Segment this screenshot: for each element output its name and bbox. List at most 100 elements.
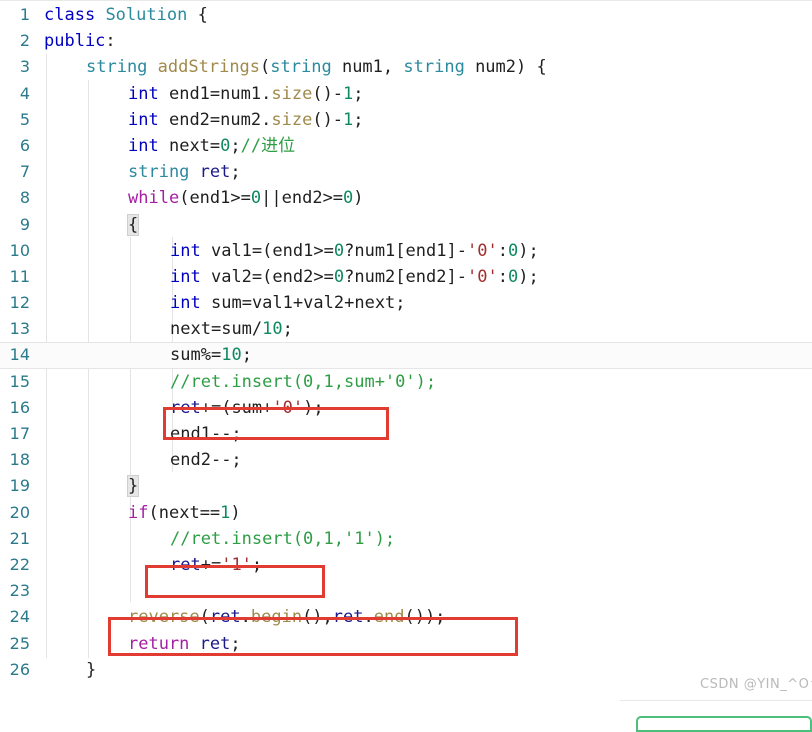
code-text[interactable]: sum%=10; [170,342,252,368]
code-line[interactable]: 20if(next==1) [0,500,812,526]
code-text[interactable]: while(end1>=0||end2>=0) [128,185,364,211]
csdn-watermark: CSDN @YIN_^O^ [700,677,812,692]
keyword-token: int [170,293,201,313]
identifier-token: end2 [169,110,210,130]
variable-token: ret [170,555,201,575]
code-editor-screenshot: 1 class Solution {2public:3 string addStri… [0,0,812,724]
code-line[interactable]: 5 int end2=num2.size()-1; [0,107,812,133]
comment-token: //ret.insert(0,1,sum+'0'); [170,372,436,392]
code-line[interactable]: 3 string addStrings(string num1, string n… [0,54,812,80]
line-number: 15 [0,369,30,395]
line-number: 1 [0,2,30,28]
type-token: string [270,57,331,77]
number-token: 1 [343,110,353,130]
code-text[interactable]: next=sum/10; [170,316,293,342]
number-token: 0 [508,241,518,261]
code-line[interactable]: 17end1--; [0,421,812,447]
code-line[interactable]: 6int next=0;//进位 [0,133,812,159]
code-line[interactable]: 18end2--; [0,447,812,473]
identifier-token: end1 [170,424,211,444]
code-text[interactable]: reverse(ret.begin(),ret.end()); [128,604,445,630]
variable-token: ret [200,162,231,182]
line-number: 13 [0,316,30,342]
code-text[interactable]: int next=0;//进位 [128,133,295,159]
code-line[interactable]: 22ret+='1'; [0,552,812,578]
code-line[interactable]: 2public: [0,28,812,54]
identifier-token: val2 [303,293,344,313]
function-token: size [271,84,312,104]
line-number: 3 [0,54,30,80]
keyword-token: while [128,188,179,208]
code-text[interactable]: { [128,212,138,238]
keyword-token: int [170,267,201,287]
code-text[interactable]: ret+=(sum+'0'); [170,395,324,421]
number-token: 10 [221,345,241,365]
code-line[interactable]: 13 next=sum/10; [0,316,812,342]
code-text[interactable]: int sum=val1+val2+next; [170,290,406,316]
code-line[interactable]: 23 [0,578,812,604]
code-text[interactable]: int val1=(end1>=0?num1[end1]-'0':0); [170,238,539,264]
code-text[interactable]: int end2=num2.size()-1; [128,107,364,133]
keyword-token: int [128,84,159,104]
code-line[interactable]: 15 //ret.insert(0,1,sum+'0'); [0,369,812,395]
code-text[interactable]: return ret; [128,631,241,657]
number-token: 10 [262,319,282,339]
variable-token: ret [333,607,364,627]
code-text[interactable]: end2--; [170,447,242,473]
code-line[interactable]: 12int sum=val1+val2+next; [0,290,812,316]
code-text[interactable]: //ret.insert(0,1,sum+'0'); [170,369,436,395]
identifier-token: num2 [475,57,516,77]
bottom-green-panel[interactable] [636,716,812,732]
code-line[interactable]: 10int val1=(end1>=0?num1[end1]-'0':0); [0,238,812,264]
code-editor-surface[interactable]: 1 class Solution {2public:3 string addStri… [0,2,812,692]
line-number: 19 [0,473,30,499]
code-text[interactable]: ret+='1'; [170,552,262,578]
number-token: 0 [343,188,353,208]
number-token: 1 [343,84,353,104]
char-literal-token: '0' [467,267,498,287]
line-number: 8 [0,185,30,211]
code-line[interactable]: 25return ret; [0,631,812,657]
line-number: 23 [0,578,30,604]
code-text[interactable]: class Solution { [44,2,208,28]
char-literal-token: '0' [272,398,303,418]
code-text[interactable]: if(next==1) [128,500,241,526]
code-text[interactable]: //ret.insert(0,1,'1'); [170,526,395,552]
code-text[interactable]: string ret; [128,159,241,185]
code-line[interactable]: 19} [0,473,812,499]
code-line[interactable]: 1 class Solution { [0,2,812,28]
code-text[interactable]: } [86,657,96,683]
keyword-token: int [128,110,159,130]
code-line[interactable]: 16ret+=(sum+'0'); [0,395,812,421]
code-text[interactable]: public: [44,28,116,54]
code-line[interactable]: 7string ret; [0,159,812,185]
number-token: 0 [251,188,261,208]
code-line[interactable]: 4 int end1=num1.size()-1; [0,81,812,107]
identifier-token: end2 [406,267,447,287]
code-text[interactable]: string addStrings(string num1, string nu… [86,54,547,80]
identifier-token: val1 [211,241,252,261]
code-line[interactable]: 11int val2=(end2>=0?num2[end2]-'0':0); [0,264,812,290]
char-literal-token: '0' [467,241,498,261]
code-text[interactable]: int end1=num1.size()-1; [128,81,364,107]
type-token: string [86,57,147,77]
identifier-token: end2 [272,267,313,287]
code-line[interactable]: 8 while(end1>=0||end2>=0) [0,185,812,211]
code-text[interactable]: end1--; [170,421,242,447]
comment-token: //进位 [241,136,295,156]
code-text[interactable]: } [128,473,138,499]
identifier-token: num1 [220,84,261,104]
identifier-token: sum [221,319,252,339]
code-line[interactable]: 21//ret.insert(0,1,'1'); [0,526,812,552]
comment-token: //ret.insert(0,1,'1'); [170,529,395,549]
code-line[interactable]: 14 sum%=10; [0,342,812,368]
identifier-token: num2 [354,267,395,287]
code-line[interactable]: 26} [0,657,812,683]
code-line-list[interactable]: 1 class Solution {2public:3 string addStri… [0,2,812,683]
code-line[interactable]: 9{ [0,212,812,238]
line-number: 4 [0,81,30,107]
code-line[interactable]: 24reverse(ret.begin(),ret.end()); [0,604,812,630]
line-number: 5 [0,107,30,133]
code-text[interactable]: int val2=(end2>=0?num2[end2]-'0':0); [170,264,539,290]
line-number: 14 [0,342,30,368]
